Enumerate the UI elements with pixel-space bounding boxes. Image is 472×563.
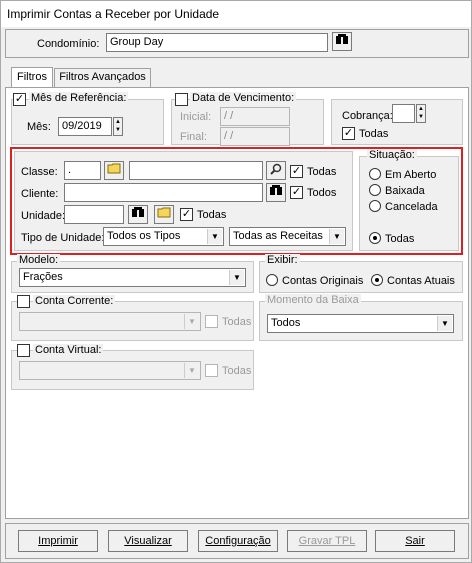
final-label: Final: (180, 131, 207, 143)
tipo-unidade-value: Todos os Tipos (107, 230, 181, 242)
situacao-cancelada-radio[interactable] (369, 200, 381, 212)
exibir-originais-radio[interactable] (266, 274, 278, 286)
folder-icon[interactable] (104, 161, 124, 180)
data-vencimento-checkbox[interactable] (175, 93, 188, 106)
classe-todas-checkbox[interactable]: ✓ (290, 165, 303, 178)
data-vencimento-label: Data de Vencimento: (190, 92, 297, 104)
cliente-label: Cliente: (21, 188, 59, 200)
imprimir-label: Imprimir (38, 535, 78, 547)
unidade-todas-checkbox[interactable]: ✓ (180, 208, 193, 221)
chevron-down-icon: ▼ (184, 314, 199, 329)
conta-corrente-checkbox[interactable] (17, 295, 30, 308)
situacao-cancelada-label: Cancelada (385, 201, 438, 213)
cobranca-field[interactable] (392, 104, 415, 123)
inicial-date-field[interactable]: / / (220, 107, 290, 126)
chevron-down-icon: ▼ (207, 229, 222, 244)
mes-field[interactable]: 09/2019 (58, 117, 112, 136)
visualizar-button[interactable]: Visualizar (108, 530, 188, 552)
mes-label: Mês: (27, 121, 51, 133)
situacao-todas-radio[interactable] (369, 232, 381, 244)
configuracao-label: Configuração (205, 535, 271, 547)
modelo-select[interactable]: Frações ▼ (19, 268, 246, 287)
situacao-baixada-radio[interactable] (369, 184, 381, 196)
binoculars-icon[interactable] (128, 205, 148, 224)
conta-corrente-todas-checkbox[interactable] (205, 315, 218, 328)
chevron-down-icon: ▼ (184, 363, 199, 378)
sair-button[interactable]: Sair (375, 530, 455, 552)
chevron-down-icon: ▼ (329, 229, 344, 244)
cobranca-label: Cobrança: (342, 110, 393, 122)
gravar-tpl-button[interactable]: Gravar TPL (287, 530, 367, 552)
chevron-down-icon: ▼ (437, 316, 452, 331)
receitas-value: Todas as Receitas (233, 230, 323, 242)
tipo-unidade-label: Tipo de Unidade: (21, 232, 105, 244)
unidade-label: Unidade: (21, 210, 66, 222)
momento-baixa-label: Momento da Baixa (265, 294, 361, 306)
tab-filtros-label: Filtros (17, 71, 47, 83)
cobranca-spinner[interactable]: ▲ ▼ (416, 104, 426, 123)
conta-virtual-label: Conta Virtual: (33, 344, 104, 356)
cliente-todos-label: Todos (307, 187, 337, 199)
tab-filtros-avancados-label: Filtros Avançados (59, 71, 146, 83)
exibir-originais-label: Contas Originais (282, 275, 364, 287)
classe-code-field[interactable]: . (64, 161, 101, 180)
print-dialog-window: Imprimir Contas a Receber por Unidade Co… (0, 0, 472, 563)
modelo-value: Frações (23, 271, 63, 283)
classe-todas-label: Todas (307, 166, 337, 178)
imprimir-button[interactable]: Imprimir (18, 530, 98, 552)
classe-label: Classe: (21, 166, 58, 178)
mes-spinner[interactable]: ▲ ▼ (113, 117, 123, 136)
conta-corrente-label: Conta Corrente: (33, 295, 116, 307)
cliente-todos-checkbox[interactable]: ✓ (290, 186, 303, 199)
folder-icon[interactable] (154, 205, 174, 224)
gravar-tpl-label: Gravar TPL (298, 535, 356, 547)
conta-corrente-todas-label: Todas (222, 316, 252, 328)
cobranca-todas-label: Todas (359, 128, 389, 140)
mes-referencia-checkbox[interactable]: ✓ (13, 93, 26, 106)
tab-filtros-avancados[interactable]: Filtros Avançados (54, 68, 151, 88)
conta-virtual-todas-label: Todas (222, 365, 252, 377)
momento-baixa-value: Todos (271, 317, 301, 329)
tab-filtros[interactable]: Filtros (11, 67, 53, 88)
conta-virtual-select[interactable]: ▼ (19, 361, 201, 380)
condominio-field[interactable]: Group Day (106, 33, 328, 52)
conta-corrente-select[interactable]: ▼ (19, 312, 201, 331)
situacao-baixada-label: Baixada (385, 185, 425, 197)
unidade-field[interactable] (64, 205, 124, 224)
momento-baixa-select[interactable]: Todos ▼ (267, 314, 454, 333)
window-title: Imprimir Contas a Receber por Unidade (1, 1, 471, 27)
exibir-label: Exibir: (265, 254, 300, 266)
exibir-atuais-label: Contas Atuais (387, 275, 455, 287)
situacao-em-aberto-radio[interactable] (369, 168, 381, 180)
unidade-todas-label: Todas (197, 209, 227, 221)
binoculars-icon[interactable] (266, 183, 286, 202)
receitas-select[interactable]: Todas as Receitas ▼ (229, 227, 346, 246)
mes-referencia-label: Mês de Referência: (29, 92, 129, 104)
sair-label: Sair (405, 535, 425, 547)
condominio-label: Condomínio: (37, 38, 100, 50)
situacao-em-aberto-label: Em Aberto (385, 169, 437, 181)
search-icon[interactable] (266, 161, 286, 180)
conta-virtual-checkbox[interactable] (17, 344, 30, 357)
tipo-unidade-select[interactable]: Todos os Tipos ▼ (103, 227, 224, 246)
situacao-label: Situação: (367, 149, 417, 161)
exibir-atuais-radio[interactable] (371, 274, 383, 286)
modelo-label: Modelo: (17, 254, 61, 266)
binoculars-icon[interactable] (332, 32, 352, 51)
visualizar-label: Visualizar (124, 535, 172, 547)
configuracao-button[interactable]: Configuração (198, 530, 278, 552)
cliente-field[interactable] (64, 183, 263, 202)
final-date-field[interactable]: / / (220, 127, 290, 146)
classe-field[interactable] (129, 161, 263, 180)
chevron-down-icon: ▼ (229, 270, 244, 285)
cobranca-todas-checkbox[interactable]: ✓ (342, 127, 355, 140)
conta-virtual-todas-checkbox[interactable] (205, 364, 218, 377)
inicial-label: Inicial: (180, 111, 212, 123)
situacao-todas-label: Todas (385, 233, 415, 245)
